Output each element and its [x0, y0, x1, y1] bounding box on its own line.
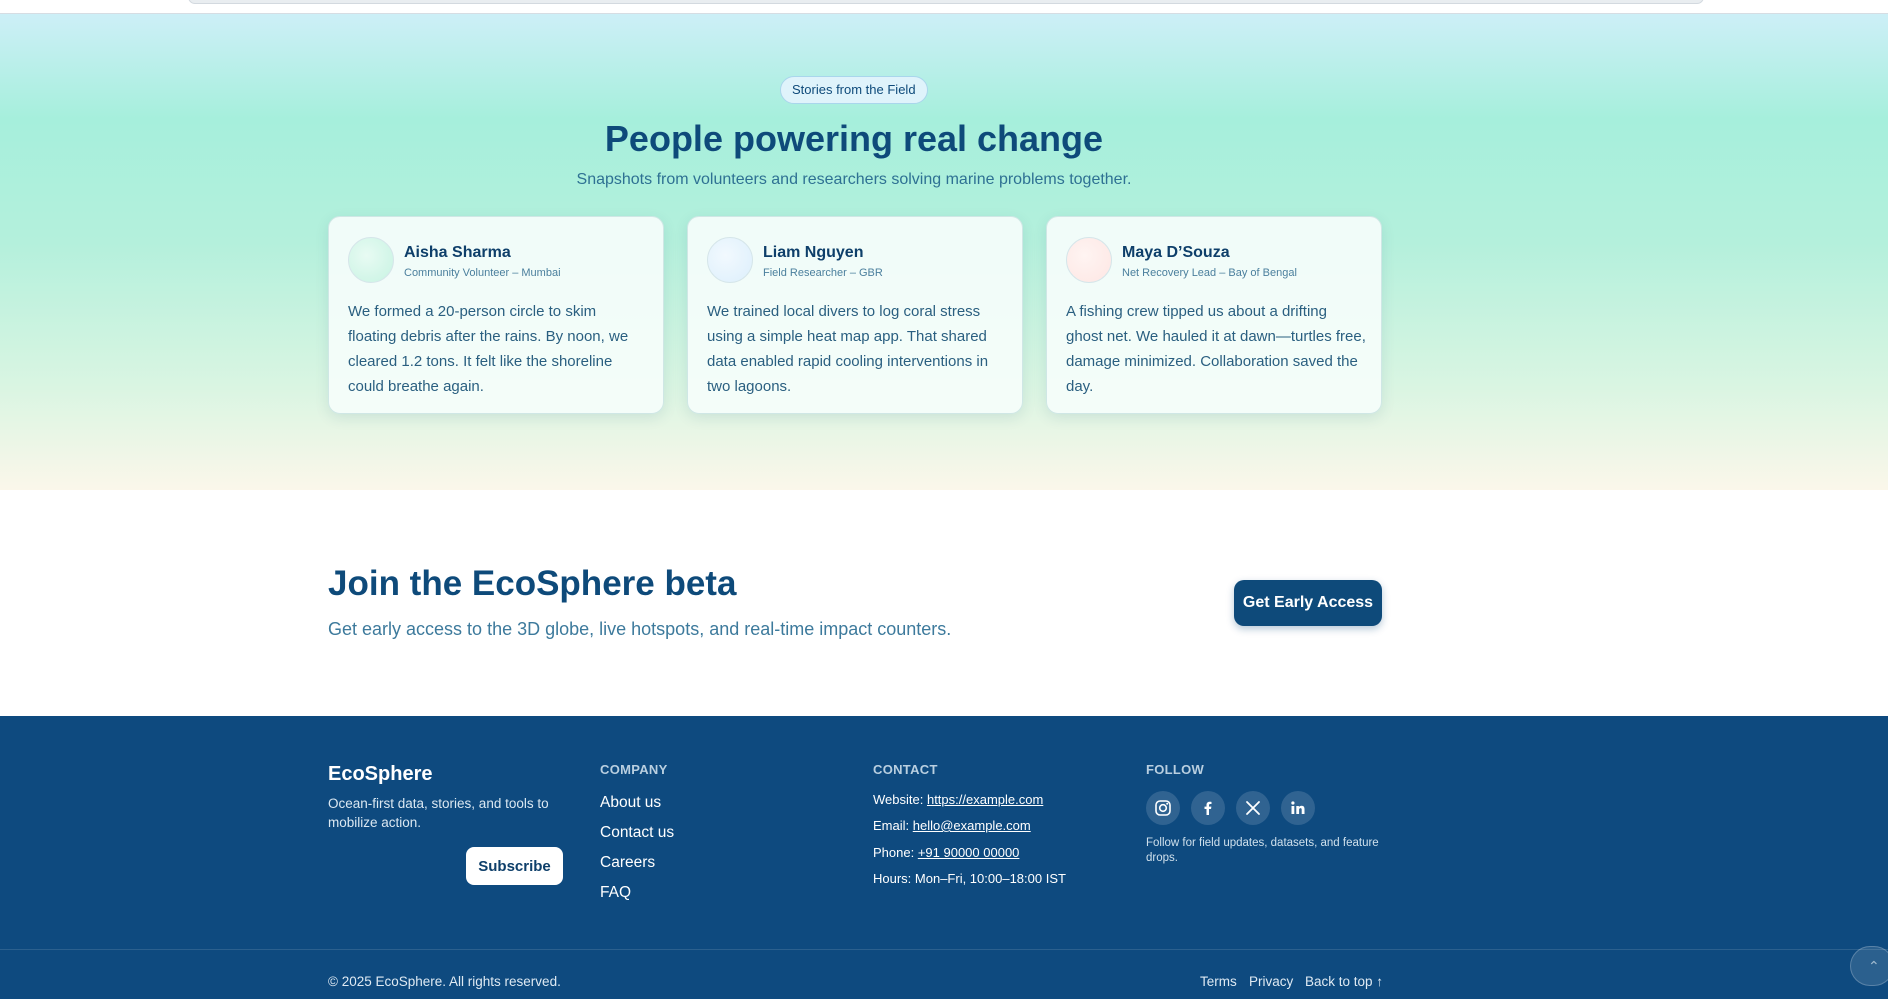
back-to-top-link[interactable]: Back to top ↑: [1305, 974, 1383, 989]
stories-title: People powering real change: [604, 118, 1104, 159]
story-quote: We trained local divers to log coral str…: [707, 303, 989, 395]
avatar: [1066, 237, 1112, 283]
stories-subtitle: Snapshots from volunteers and researcher…: [576, 171, 1132, 188]
scroll-to-top-button[interactable]: ⌃: [1850, 946, 1888, 986]
section-badge: Stories from the Field: [780, 76, 928, 104]
story-author-role: Net Recovery Lead – Bay of Bengal: [1122, 267, 1297, 279]
chevron-up-icon: ⌃: [1868, 957, 1880, 974]
footer-link-about[interactable]: About us: [600, 794, 661, 812]
story-author-name: Maya D’Souza: [1122, 244, 1230, 261]
story-quote: We formed a 20-person circle to skim flo…: [348, 303, 629, 395]
search-bar-remnant[interactable]: [188, 0, 1704, 4]
phone-label: Phone:: [873, 845, 915, 860]
story-author-name: Aisha Sharma: [404, 244, 511, 261]
copyright-text: © 2025 EcoSphere. All rights reserved.: [328, 974, 561, 989]
avatar: [707, 237, 753, 283]
top-search-bar-edge: [0, 0, 1888, 14]
contact-phone: Phone: +91 90000 00000: [873, 845, 1019, 860]
contact-email: Email: hello@example.com: [873, 818, 1031, 833]
subscribe-button[interactable]: Subscribe: [466, 847, 563, 885]
contact-hours: Hours: Mon–Fri, 10:00–18:00 IST: [873, 871, 1066, 886]
footer-link-contact[interactable]: Contact us: [600, 824, 674, 842]
footer-link-faq[interactable]: FAQ: [600, 884, 631, 902]
story-author-role: Community Volunteer – Mumbai: [404, 267, 561, 279]
contact-website: Website: https://example.com: [873, 792, 1043, 807]
phone-link[interactable]: +91 90000 00000: [918, 845, 1020, 860]
beta-title: Join the EcoSphere beta: [328, 564, 737, 603]
footer-tagline: Ocean-first data, stories, and tools to …: [328, 796, 549, 830]
facebook-icon[interactable]: [1191, 791, 1225, 825]
x-icon[interactable]: [1236, 791, 1270, 825]
follow-heading: FOLLOW: [1146, 762, 1205, 777]
beta-signup-section: Join the EcoSphere beta Get early access…: [0, 490, 1888, 716]
stories-section: Stories from the Field People powering r…: [0, 14, 1888, 490]
website-link[interactable]: https://example.com: [927, 792, 1043, 807]
story-quote: A fishing crew tipped us about a driftin…: [1066, 303, 1366, 395]
privacy-link[interactable]: Privacy: [1249, 974, 1293, 989]
footer-link-careers[interactable]: Careers: [600, 854, 655, 872]
instagram-icon[interactable]: [1146, 791, 1180, 825]
footer-brand: EcoSphere: [328, 763, 433, 785]
avatar: [348, 237, 394, 283]
story-author-name: Liam Nguyen: [763, 244, 864, 261]
email-link[interactable]: hello@example.com: [913, 818, 1031, 833]
linkedin-icon[interactable]: [1281, 791, 1315, 825]
contact-heading: CONTACT: [873, 762, 938, 777]
story-card: Liam Nguyen Field Researcher – GBR We tr…: [687, 216, 1023, 414]
footer-divider: [0, 949, 1888, 950]
terms-link[interactable]: Terms: [1200, 974, 1237, 989]
story-card: Aisha Sharma Community Volunteer – Mumba…: [328, 216, 664, 414]
site-footer: EcoSphere Ocean-first data, stories, and…: [0, 716, 1888, 999]
company-heading: COMPANY: [600, 762, 668, 777]
website-label: Website:: [873, 792, 924, 807]
get-early-access-button[interactable]: Get Early Access: [1234, 580, 1382, 626]
follow-note: Follow for field updates, datasets, and …: [1146, 837, 1379, 864]
email-label: Email:: [873, 818, 910, 833]
beta-subtitle: Get early access to the 3D globe, live h…: [328, 619, 952, 639]
story-card: Maya D’Souza Net Recovery Lead – Bay of …: [1046, 216, 1382, 414]
story-author-role: Field Researcher – GBR: [763, 267, 883, 279]
